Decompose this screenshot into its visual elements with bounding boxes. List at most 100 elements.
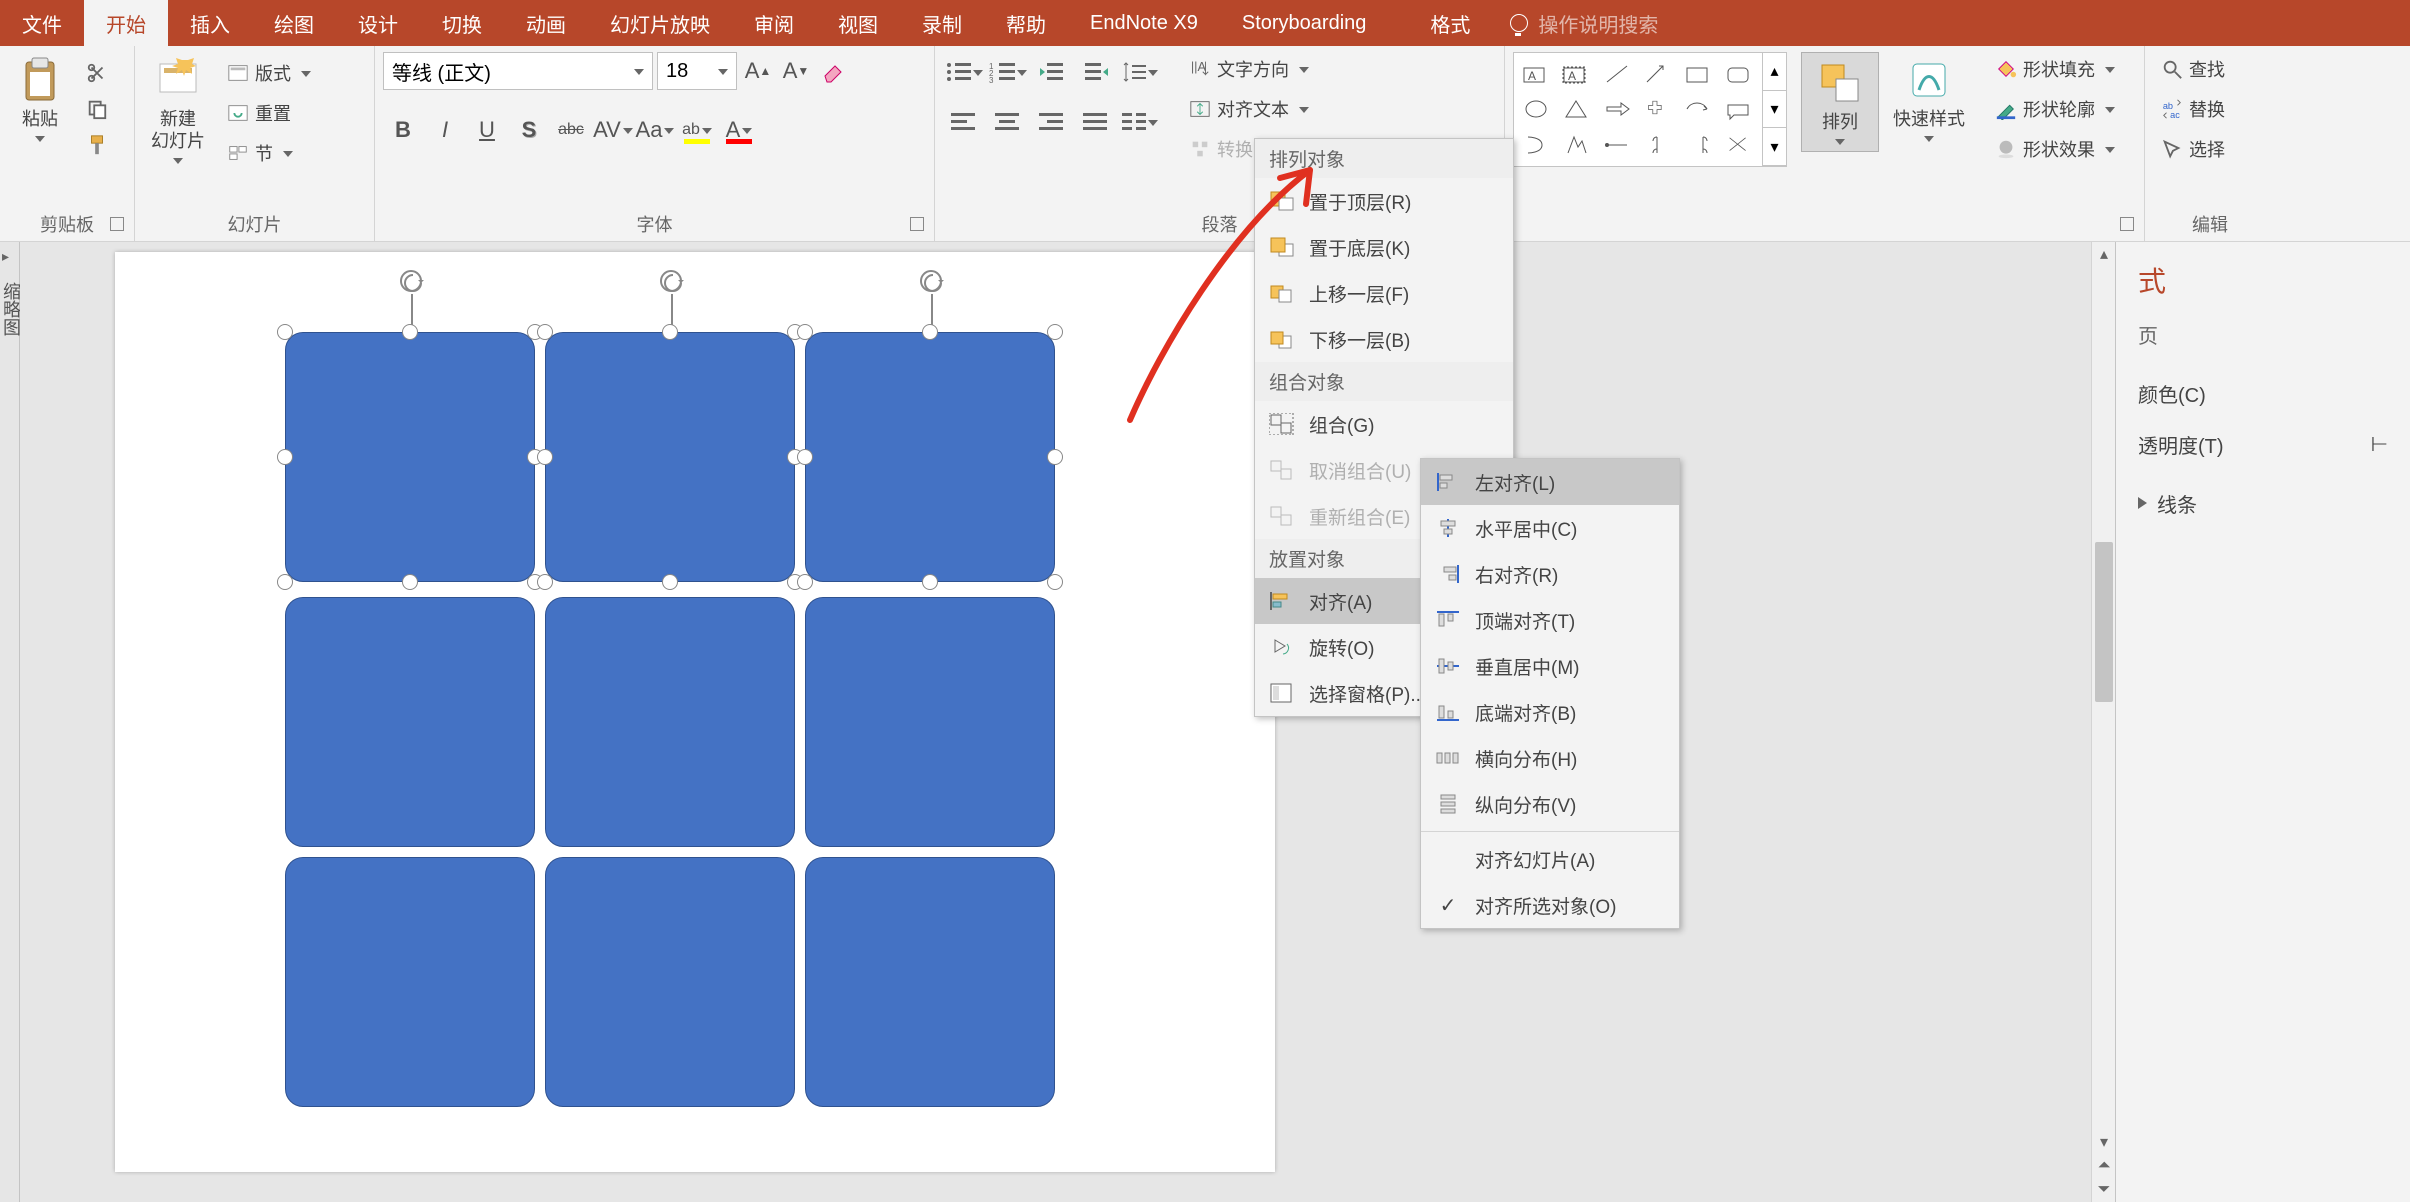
shape-outline-button[interactable]: 形状轮廓: [1987, 92, 2123, 126]
next-slide-icon[interactable]: ⏷: [2092, 1178, 2116, 1202]
shape-fill-button[interactable]: 形状填充: [1987, 52, 2123, 86]
resize-handle[interactable]: [277, 449, 293, 465]
tab-help[interactable]: 帮助: [984, 0, 1068, 46]
highlight-button[interactable]: ab: [677, 110, 717, 150]
line-section[interactable]: 线条: [2138, 489, 2388, 518]
shadow-button[interactable]: S: [509, 110, 549, 150]
align-middle-item[interactable]: 垂直居中(M): [1421, 643, 1679, 689]
select-button[interactable]: 选择: [2153, 132, 2233, 166]
tab-transition[interactable]: 切换: [420, 0, 504, 46]
resize-handle[interactable]: [402, 324, 418, 340]
format-painter-button[interactable]: [78, 130, 116, 160]
thumbnail-rail-collapsed[interactable]: ▸ 缩略图: [0, 242, 20, 1202]
copy-button[interactable]: [78, 94, 116, 124]
send-backward-item[interactable]: 下移一层(B): [1255, 316, 1513, 362]
tab-record[interactable]: 录制: [900, 0, 984, 46]
align-selected-item[interactable]: ✓对齐所选对象(O): [1421, 882, 1679, 928]
bold-button[interactable]: B: [383, 110, 423, 150]
align-left-item[interactable]: 左对齐(L): [1421, 459, 1679, 505]
resize-handle[interactable]: [537, 574, 553, 590]
font-size-select[interactable]: 18: [657, 52, 737, 90]
align-bottom-item[interactable]: 底端对齐(B): [1421, 689, 1679, 735]
dialog-launcher-icon[interactable]: [910, 217, 924, 231]
tab-storyboard[interactable]: Storyboarding: [1220, 0, 1389, 46]
shape-rect[interactable]: [805, 597, 1055, 847]
resize-handle[interactable]: [662, 574, 678, 590]
find-button[interactable]: 查找: [2153, 52, 2233, 86]
tab-slideshow[interactable]: 幻灯片放映: [588, 0, 732, 46]
text-direction-button[interactable]: ||A文字方向: [1181, 52, 1355, 86]
replace-button[interactable]: abac替换: [2153, 92, 2233, 126]
tab-file[interactable]: 文件: [0, 0, 84, 46]
resize-handle[interactable]: [662, 324, 678, 340]
font-name-select[interactable]: 等线 (正文): [383, 52, 653, 90]
shape-rect[interactable]: [805, 857, 1055, 1107]
resize-handle[interactable]: [537, 324, 553, 340]
columns-button[interactable]: [1119, 102, 1161, 142]
transparency-row[interactable]: 透明度(T)⊢: [2138, 430, 2388, 459]
shapes-gallery[interactable]: A A: [1513, 52, 1763, 167]
decrease-indent-button[interactable]: [1031, 52, 1073, 92]
bullets-button[interactable]: [943, 52, 985, 92]
slide-editor[interactable]: [20, 242, 2410, 1202]
gallery-more-icon[interactable]: ▾: [1763, 128, 1786, 166]
resize-handle[interactable]: [922, 324, 938, 340]
font-color-button[interactable]: A: [719, 110, 759, 150]
resize-handle[interactable]: [797, 574, 813, 590]
resize-handle[interactable]: [402, 574, 418, 590]
resize-handle[interactable]: [922, 574, 938, 590]
shape-rect[interactable]: [545, 332, 795, 582]
dialog-launcher-icon[interactable]: [110, 217, 124, 231]
tab-format[interactable]: 格式: [1408, 0, 1492, 46]
reset-button[interactable]: 重置: [219, 96, 319, 130]
bring-forward-item[interactable]: 上移一层(F): [1255, 270, 1513, 316]
clear-formatting-button[interactable]: [817, 52, 851, 90]
rotation-handle-icon[interactable]: [920, 270, 942, 292]
align-text-button[interactable]: 对齐文本: [1181, 92, 1355, 126]
align-left-button[interactable]: [943, 102, 985, 142]
align-center-item[interactable]: 水平居中(C): [1421, 505, 1679, 551]
layout-button[interactable]: 版式: [219, 56, 319, 90]
shape-effects-button[interactable]: 形状效果: [1987, 132, 2123, 166]
scroll-down-icon[interactable]: ▾: [2092, 1130, 2116, 1154]
tab-insert[interactable]: 插入: [168, 0, 252, 46]
align-to-slide-item[interactable]: 对齐幻灯片(A): [1421, 836, 1679, 882]
section-button[interactable]: 节: [219, 136, 319, 170]
align-center-button[interactable]: [987, 102, 1029, 142]
scrollbar-thumb[interactable]: [2095, 542, 2113, 702]
shape-rect[interactable]: [285, 597, 535, 847]
send-to-back-item[interactable]: 置于底层(K): [1255, 224, 1513, 270]
arrange-button[interactable]: 排列: [1801, 52, 1879, 152]
paste-button[interactable]: 粘贴: [8, 52, 72, 146]
italic-button[interactable]: I: [425, 110, 465, 150]
tab-view[interactable]: 视图: [816, 0, 900, 46]
resize-handle[interactable]: [277, 574, 293, 590]
tab-review[interactable]: 审阅: [732, 0, 816, 46]
underline-button[interactable]: U: [467, 110, 507, 150]
resize-handle[interactable]: [537, 449, 553, 465]
shape-rect[interactable]: [805, 332, 1055, 582]
line-spacing-button[interactable]: [1119, 52, 1161, 92]
tab-draw[interactable]: 绘图: [252, 0, 336, 46]
tab-animation[interactable]: 动画: [504, 0, 588, 46]
tab-design[interactable]: 设计: [336, 0, 420, 46]
shape-rect[interactable]: [285, 857, 535, 1107]
justify-button[interactable]: [1075, 102, 1117, 142]
tab-home[interactable]: 开始: [84, 0, 168, 46]
scroll-up-icon[interactable]: ▴: [2092, 242, 2116, 266]
shape-rect[interactable]: [285, 332, 535, 582]
resize-handle[interactable]: [797, 324, 813, 340]
distribute-horizontal-item[interactable]: 横向分布(H): [1421, 735, 1679, 781]
numbering-button[interactable]: 123: [987, 52, 1029, 92]
group-item[interactable]: 组合(G): [1255, 401, 1513, 447]
resize-handle[interactable]: [277, 324, 293, 340]
slide-canvas[interactable]: [115, 252, 1275, 1172]
color-row[interactable]: 颜色(C): [2138, 379, 2388, 408]
tell-me-search[interactable]: 操作说明搜索: [1492, 0, 1676, 46]
increase-indent-button[interactable]: [1075, 52, 1117, 92]
resize-handle[interactable]: [1047, 324, 1063, 340]
align-right-item[interactable]: 右对齐(R): [1421, 551, 1679, 597]
increase-font-button[interactable]: A▲: [741, 52, 775, 90]
quick-styles-button[interactable]: 快速样式: [1885, 52, 1973, 146]
new-slide-button[interactable]: 新建 幻灯片: [143, 52, 213, 168]
